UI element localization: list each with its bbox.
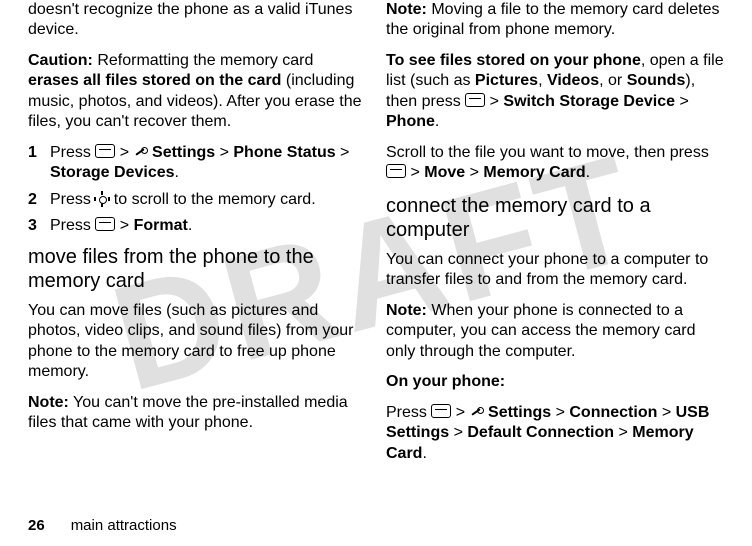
memcard-label: Memory Card xyxy=(483,164,585,181)
step-3: 3 Press > Format. xyxy=(28,216,366,236)
press-sequence-paragraph: Press > Settings > Connection > USB Sett… xyxy=(386,403,724,464)
menu-key-icon xyxy=(465,93,485,107)
note-label: Note: xyxy=(28,394,69,411)
step-3-text: Press > Format. xyxy=(50,216,366,236)
intro-continuation: doesn't recognize the phone as a valid i… xyxy=(28,0,366,41)
caution-text-1: Reformatting the memory card xyxy=(93,52,314,69)
page-number: 26 xyxy=(28,517,45,534)
see-mid1: > xyxy=(485,93,503,110)
see-files-bold: To see files stored on your phone xyxy=(386,52,641,69)
note-computer-paragraph: Note: When your phone is connected to a … xyxy=(386,301,724,362)
step-2-number: 2 xyxy=(28,190,50,210)
step1-pre: Press xyxy=(50,144,95,161)
connect-paragraph: You can connect your phone to a computer… xyxy=(386,250,724,291)
caution-paragraph: Caution: Reformatting the memory card er… xyxy=(28,51,366,133)
menu-key-icon xyxy=(95,217,115,231)
move-files-paragraph: You can move files (such as pictures and… xyxy=(28,301,366,383)
scroll-end: . xyxy=(586,164,590,181)
menu-key-icon xyxy=(95,144,115,158)
scroll-p1: Scroll to the file you want to move, the… xyxy=(386,144,709,161)
section-name: main attractions xyxy=(71,517,177,534)
step1-mid3: > xyxy=(336,144,350,161)
step1-settings: Settings xyxy=(148,144,216,161)
defconn-label: Default Connection xyxy=(467,424,614,441)
press-mid3: > xyxy=(657,404,675,421)
see-end: . xyxy=(435,113,439,130)
nav-key-icon xyxy=(95,192,109,206)
step3-mid: > xyxy=(115,217,133,234)
step-1-text: Press > Settings > Phone Status > Storag… xyxy=(50,143,366,184)
caution-bold: erases all files stored on the card xyxy=(28,72,281,89)
settings-icon xyxy=(134,145,148,159)
step-3-number: 3 xyxy=(28,216,50,236)
menu-key-icon xyxy=(386,164,406,178)
step-1: 1 Press > Settings > Phone Status > Stor… xyxy=(28,143,366,184)
settings-label: Settings xyxy=(484,404,552,421)
press-mid4: > xyxy=(449,424,467,441)
press-mid1: > xyxy=(451,404,469,421)
settings-icon xyxy=(470,405,484,419)
step1-storage: Storage Devices xyxy=(50,164,175,181)
step3-pre: Press xyxy=(50,217,95,234)
note-computer-text: When your phone is connected to a comput… xyxy=(386,302,695,360)
step2-pre: Press xyxy=(50,191,95,208)
page-footer: 26 main attractions xyxy=(28,517,177,534)
step1-mid1: > xyxy=(115,144,133,161)
heading-move-files: move files from the phone to the memory … xyxy=(28,245,366,293)
note-label: Note: xyxy=(386,1,427,18)
comma1: , xyxy=(538,72,547,89)
step1-phone-status: Phone Status xyxy=(233,144,335,161)
see-mid2: > xyxy=(675,93,689,110)
press-end: . xyxy=(422,445,426,462)
caution-label: Caution: xyxy=(28,52,93,69)
on-your-phone-label: On your phone: xyxy=(386,372,724,392)
pictures-label: Pictures xyxy=(475,72,538,89)
sounds-label: Sounds xyxy=(627,72,686,89)
step-2: 2 Press to scroll to the memory card. xyxy=(28,190,366,210)
step-2-text: Press to scroll to the memory card. xyxy=(50,190,366,210)
press-mid2: > xyxy=(551,404,569,421)
move-label: Move xyxy=(424,164,465,181)
note-move-paragraph: Note: You can't move the pre-installed m… xyxy=(28,393,366,434)
see-files-paragraph: To see files stored on your phone, open … xyxy=(386,51,724,133)
left-column: doesn't recognize the phone as a valid i… xyxy=(18,0,376,510)
comma2: , or xyxy=(599,72,627,89)
format-steps: 1 Press > Settings > Phone Status > Stor… xyxy=(28,143,366,237)
note-label: Note: xyxy=(386,302,427,319)
menu-key-icon xyxy=(431,404,451,418)
step1-mid2: > xyxy=(215,144,233,161)
connection-label: Connection xyxy=(569,404,657,421)
scroll-mid2: > xyxy=(465,164,483,181)
press-pre: Press xyxy=(386,404,431,421)
right-column: Note: Moving a file to the memory card d… xyxy=(376,0,734,510)
step1-end: . xyxy=(175,164,179,181)
note-delete-paragraph: Note: Moving a file to the memory card d… xyxy=(386,0,724,41)
press-mid5: > xyxy=(614,424,632,441)
step-1-number: 1 xyxy=(28,143,50,163)
videos-label: Videos xyxy=(547,72,599,89)
step3-end: . xyxy=(188,217,192,234)
heading-connect: connect the memory card to a computer xyxy=(386,194,724,242)
scroll-mid1: > xyxy=(406,164,424,181)
note-delete-text: Moving a file to the memory card deletes… xyxy=(386,1,719,38)
step2-post: to scroll to the memory card. xyxy=(109,191,315,208)
switch-label: Switch Storage Device xyxy=(503,93,675,110)
note-move-text: You can't move the pre-installed media f… xyxy=(28,394,348,431)
phone-label: Phone xyxy=(386,113,435,130)
step3-format: Format xyxy=(134,217,188,234)
page-columns: doesn't recognize the phone as a valid i… xyxy=(0,0,752,510)
scroll-move-paragraph: Scroll to the file you want to move, the… xyxy=(386,143,724,184)
